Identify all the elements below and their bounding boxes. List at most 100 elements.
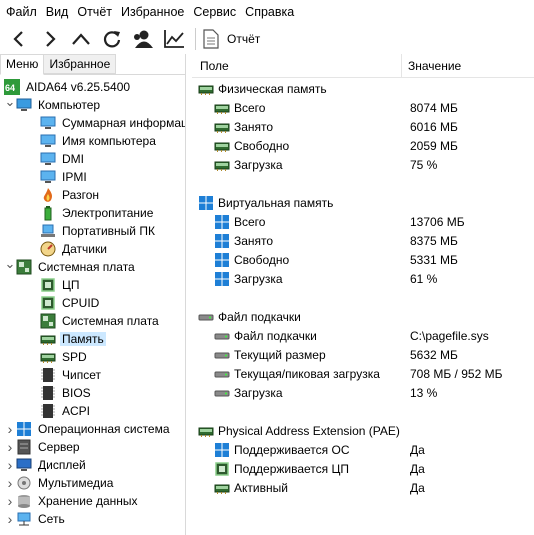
tree-item-label: BIOS xyxy=(62,386,91,400)
field-label: Занято xyxy=(234,119,274,134)
tree-item[interactable]: › Хранение данных xyxy=(0,492,185,510)
menu-report[interactable]: Отчёт xyxy=(74,5,118,19)
tree-item-label: Сеть xyxy=(38,512,65,526)
tree-item-label: Операционная система xyxy=(38,422,170,436)
tree-item[interactable]: Чипсет xyxy=(0,366,185,384)
chevron-right-icon[interactable]: › xyxy=(4,438,16,456)
tree-item[interactable]: SPD xyxy=(0,348,185,366)
field-label: Всего xyxy=(234,214,266,229)
windows-icon xyxy=(214,271,230,287)
tree-item[interactable]: › Сервер xyxy=(0,438,185,456)
ram-icon xyxy=(214,138,230,154)
section-header[interactable]: Physical Address Extension (PAE) xyxy=(192,421,534,440)
nav-tabs: Меню Избранное xyxy=(0,54,185,75)
detail-row[interactable]: Загрузка 13 % xyxy=(192,383,534,402)
tree-item[interactable]: Суммарная информация xyxy=(0,114,185,132)
field-value: 5632 МБ xyxy=(410,347,458,362)
tree-item[interactable]: Электропитание xyxy=(0,204,185,222)
tab-menu[interactable]: Меню xyxy=(0,54,45,75)
detail-row[interactable]: Загрузка 75 % xyxy=(192,155,534,174)
disk-icon xyxy=(198,309,214,325)
cpu-icon xyxy=(40,277,56,293)
detail-row[interactable]: Всего 13706 МБ xyxy=(192,212,534,231)
tree-item-label: ЦП xyxy=(62,278,80,292)
detail-row[interactable]: Свободно 5331 МБ xyxy=(192,250,534,269)
chevron-right-icon[interactable]: › xyxy=(4,420,16,438)
chart-button[interactable] xyxy=(161,26,187,52)
menubar: Файл Вид Отчёт Избранное Сервис Справка xyxy=(0,0,534,24)
detail-row[interactable]: Загрузка 61 % xyxy=(192,269,534,288)
detail-row[interactable]: Свободно 2059 МБ xyxy=(192,136,534,155)
chevron-right-icon[interactable]: › xyxy=(4,510,16,528)
user-button[interactable] xyxy=(130,26,156,52)
computer-icon xyxy=(16,97,32,113)
menu-tools[interactable]: Сервис xyxy=(190,5,242,19)
tree-item[interactable]: Системная плата xyxy=(0,312,185,330)
tree-item[interactable]: Разгон xyxy=(0,186,185,204)
tree-item[interactable]: › Мультимедиа xyxy=(0,474,185,492)
detail-row[interactable]: Занято 8375 МБ xyxy=(192,231,534,250)
network-icon xyxy=(16,511,32,527)
tree-item[interactable]: CPUID xyxy=(0,294,185,312)
tree-item[interactable]: ⌄ Системная плата xyxy=(0,255,185,276)
refresh-icon xyxy=(103,31,121,48)
tree-item[interactable]: › Операционная система xyxy=(0,420,185,438)
field-value: 8074 МБ xyxy=(410,100,458,115)
chevron-right-icon[interactable]: › xyxy=(4,456,16,474)
chevron-right-icon[interactable]: › xyxy=(4,492,16,510)
tree-item-label: CPUID xyxy=(62,296,100,310)
windows-icon xyxy=(214,233,230,249)
tree-item[interactable]: › Сеть xyxy=(0,510,185,528)
tree-item[interactable]: DMI xyxy=(0,150,185,168)
menu-file[interactable]: Файл xyxy=(3,5,43,19)
detail-row[interactable]: Активный Да xyxy=(192,478,534,497)
detail-row[interactable]: Файл подкачки C:\pagefile.sys xyxy=(192,326,534,345)
refresh-button[interactable] xyxy=(99,26,125,52)
tree-item[interactable]: Портативный ПК xyxy=(0,222,185,240)
field-value: Да xyxy=(410,480,425,495)
tree-item-label: Дисплей xyxy=(38,458,86,472)
tree-item-label: Датчики xyxy=(62,242,107,256)
chevron-right-icon[interactable]: › xyxy=(4,474,16,492)
windows-icon xyxy=(214,214,230,230)
menu-favorites[interactable]: Избранное xyxy=(118,5,190,19)
tree-item[interactable]: Имя компьютера xyxy=(0,132,185,150)
tree-item[interactable]: ⌄ Компьютер xyxy=(0,93,185,114)
menu-help[interactable]: Справка xyxy=(242,5,300,19)
windows-icon xyxy=(16,421,32,437)
monitor-icon xyxy=(40,169,56,185)
tree-item-label: Сервер xyxy=(38,440,80,454)
field-value: C:\pagefile.sys xyxy=(410,328,489,343)
detail-row[interactable]: Всего 8074 МБ xyxy=(192,98,534,117)
menu-view[interactable]: Вид xyxy=(43,5,75,19)
back-button[interactable] xyxy=(6,26,32,52)
chevron-down-icon[interactable]: ⌄ xyxy=(4,255,16,273)
chevron-down-icon[interactable]: ⌄ xyxy=(4,93,16,111)
ram-icon xyxy=(40,349,56,365)
detail-row[interactable]: Текущая/пиковая загрузка 708 МБ / 952 МБ xyxy=(192,364,534,383)
tree-item[interactable]: IPMI xyxy=(0,168,185,186)
detail-row[interactable]: Поддерживается ОС Да xyxy=(192,440,534,459)
detail-row[interactable]: Текущий размер 5632 МБ xyxy=(192,345,534,364)
tree-item[interactable]: 64 AIDA64 v6.25.5400 xyxy=(0,78,185,96)
detail-row[interactable]: Занято 6016 МБ xyxy=(192,117,534,136)
forward-button[interactable] xyxy=(37,26,63,52)
report-button[interactable]: Отчёт xyxy=(203,26,260,52)
tab-favorites[interactable]: Избранное xyxy=(44,54,117,74)
section-header[interactable]: Файл подкачки xyxy=(192,307,534,326)
ram-icon xyxy=(214,119,230,135)
tree-item[interactable]: ACPI xyxy=(0,402,185,420)
up-icon xyxy=(72,33,90,45)
up-button[interactable] xyxy=(68,26,94,52)
detail-row[interactable]: Поддерживается ЦП Да xyxy=(192,459,534,478)
tree-item[interactable]: ЦП xyxy=(0,276,185,294)
tree-item[interactable]: Память xyxy=(0,330,185,348)
toolbar-separator xyxy=(195,28,196,50)
column-value[interactable]: Значение xyxy=(402,59,461,73)
tree-item[interactable]: Датчики xyxy=(0,240,185,258)
tree-item[interactable]: › Дисплей xyxy=(0,456,185,474)
tree-item[interactable]: BIOS xyxy=(0,384,185,402)
section-header[interactable]: Виртуальная память xyxy=(192,193,534,212)
column-field[interactable]: Поле xyxy=(192,54,402,78)
section-header[interactable]: Физическая память xyxy=(192,79,534,98)
